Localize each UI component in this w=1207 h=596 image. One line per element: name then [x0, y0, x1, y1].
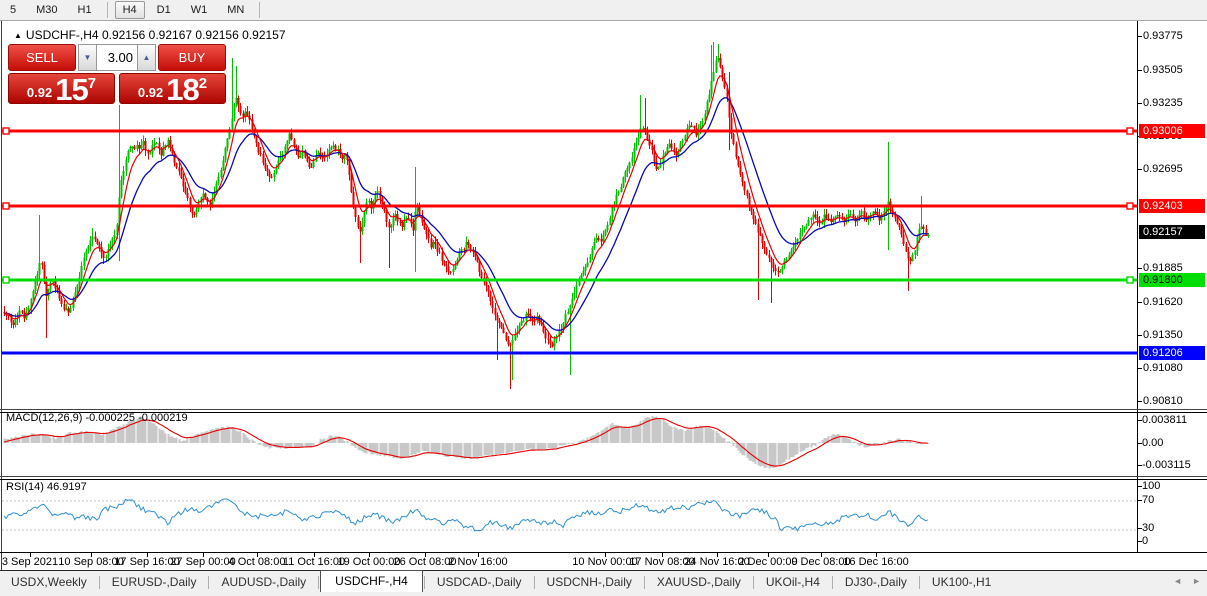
time-axis-label: 27 Sep 00:00: [170, 556, 236, 568]
chart-tab-audusd-daily[interactable]: AUDUSD-,Daily: [210, 572, 317, 593]
line-handle[interactable]: [2, 127, 10, 135]
sell-button[interactable]: SELL: [8, 44, 76, 71]
line-handle[interactable]: [1126, 127, 1134, 135]
status-strip: [0, 592, 1207, 596]
sell-price-box[interactable]: 0.92 15 7: [8, 72, 115, 107]
mt4-terminal: 5 M30 H1 H4 D1 W1 MN ▲ USDCHF-,H4 0.92156 0.921…: [0, 0, 1207, 596]
tab-separator: [208, 576, 210, 589]
time-axis-label: 10 Nov 00:00: [572, 556, 638, 568]
volume-decrease-icon[interactable]: ▼: [78, 44, 97, 71]
symbol-label: USDCHF-,H4: [25, 28, 99, 42]
chart-tab-usdcnh-daily[interactable]: USDCNH-,Daily: [536, 572, 643, 593]
volume-increase-icon[interactable]: ▲: [137, 44, 156, 71]
one-click-trade-panel: SELL ▼ ▲ BUY 0.92 15 7 0.92 18 2: [8, 44, 226, 107]
close-value: 0.92157: [242, 28, 286, 42]
line-handle[interactable]: [1126, 276, 1134, 284]
chart-tab-usdcad-daily[interactable]: USDCAD-,Daily: [426, 572, 533, 593]
price-tick-label: 0.91080: [1143, 362, 1183, 374]
rsi-line: [3, 498, 929, 532]
macd-axis-label: 0.003811: [1142, 414, 1188, 426]
chart-tab-bar: USDX,Weekly EURUSD-,Daily AUDUSD-,Daily USD…: [0, 570, 1207, 593]
macd-axis-label: 0.00: [1142, 437, 1164, 449]
buy-button[interactable]: BUY: [158, 44, 226, 71]
macd-label: MACD(12,26,9) -0.000225 -0.000219: [6, 412, 188, 424]
tab-separator: [831, 576, 833, 589]
tab-separator: [752, 576, 754, 589]
collapse-panel-icon[interactable]: ▲: [14, 31, 22, 40]
price-tick-label: 0.93505: [1143, 64, 1183, 76]
price-badge: 0.93006: [1139, 124, 1205, 138]
price-tick-label: 0.93775: [1143, 30, 1183, 42]
line-handle[interactable]: [1126, 202, 1134, 210]
buy-price-pip: 2: [198, 75, 208, 92]
time-axis-label: 4 Oct 08:00: [228, 556, 286, 568]
price-badge: 0.91206: [1139, 346, 1205, 360]
sell-price-prefix: 0.92: [26, 85, 53, 100]
price-tick-label: 0.91620: [1143, 296, 1183, 308]
price-badge: 0.92157: [1139, 225, 1205, 239]
time-axis-label: 26 Oct 08:00: [393, 556, 457, 568]
high-value: 0.92167: [148, 28, 193, 42]
line-handle[interactable]: [2, 202, 10, 210]
tab-separator: [318, 576, 320, 589]
tab-scroll-nav: ◄ ►: [1173, 576, 1201, 586]
tab-separator: [423, 576, 425, 589]
buy-price-box[interactable]: 0.92 18 2: [119, 72, 226, 107]
tab-separator: [533, 576, 535, 589]
chart-tab-dj30-daily[interactable]: DJ30-,Daily: [834, 572, 918, 593]
price-badge: 0.91800: [1139, 273, 1205, 287]
tab-separator: [643, 576, 645, 589]
sell-price-pip: 7: [87, 75, 97, 92]
chart-tab-usdchf-h4[interactable]: USDCHF-,H4: [320, 570, 423, 593]
time-axis-label: 2 Dec 00:00: [738, 556, 798, 568]
tab-separator: [918, 576, 920, 589]
chart-tab-usdx-weekly[interactable]: USDX,Weekly: [0, 572, 98, 593]
open-value: 0.92156: [101, 28, 146, 42]
rsi-label: RSI(14) 46.9197: [6, 481, 87, 493]
sell-price-main: 15: [55, 72, 88, 107]
volume-spinner: ▼ ▲: [78, 44, 156, 71]
price-tick-label: 0.92695: [1143, 163, 1183, 175]
tab-separator: [98, 576, 100, 589]
price-tick-label: 0.91350: [1143, 329, 1183, 341]
chart-tab-eurusd-daily[interactable]: EURUSD-,Daily: [101, 572, 208, 593]
volume-input[interactable]: [97, 44, 137, 71]
buy-price-prefix: 0.92: [137, 85, 164, 100]
price-tick-label: 0.93235: [1143, 97, 1183, 109]
buy-price-main: 18: [166, 72, 199, 107]
ma-slow-line: [3, 97, 928, 331]
rsi-axis-label: 0: [1142, 535, 1149, 547]
time-axis-label: 9 Dec 08:00: [791, 556, 851, 568]
time-axis-label: 11 Oct 16:00: [282, 556, 346, 568]
price-badge: 0.92403: [1139, 199, 1205, 213]
chart-tab-uk100-h1[interactable]: UK100-,H1: [921, 572, 1002, 593]
time-axis-label: 16 Dec 16:00: [843, 556, 909, 568]
low-value: 0.92156: [195, 28, 239, 42]
time-axis-label: 19 Oct 00:00: [337, 556, 401, 568]
time-axis-label: 3 Sep 2021: [1, 556, 59, 568]
chart-tab-ukoil-h4[interactable]: UKOil-,H4: [755, 572, 831, 593]
chart-tab-xauusd-daily[interactable]: XAUUSD-,Daily: [646, 572, 752, 593]
tab-scroll-left-icon[interactable]: ◄: [1173, 576, 1182, 586]
rsi-axis-label: 30: [1142, 522, 1155, 534]
macd-axis-label: -0.003115: [1142, 459, 1191, 471]
price-tick-label: 0.90810: [1143, 395, 1183, 407]
rsi-axis-label: 100: [1142, 480, 1161, 492]
time-axis-label: 2 Nov 16:00: [448, 556, 508, 568]
chart-ohlc-title: ▲ USDCHF-,H4 0.92156 0.92167 0.92156 0.92…: [14, 28, 286, 42]
tab-scroll-right-icon[interactable]: ►: [1192, 576, 1201, 586]
rsi-axis-label: 70: [1142, 494, 1155, 506]
line-handle[interactable]: [2, 276, 10, 284]
